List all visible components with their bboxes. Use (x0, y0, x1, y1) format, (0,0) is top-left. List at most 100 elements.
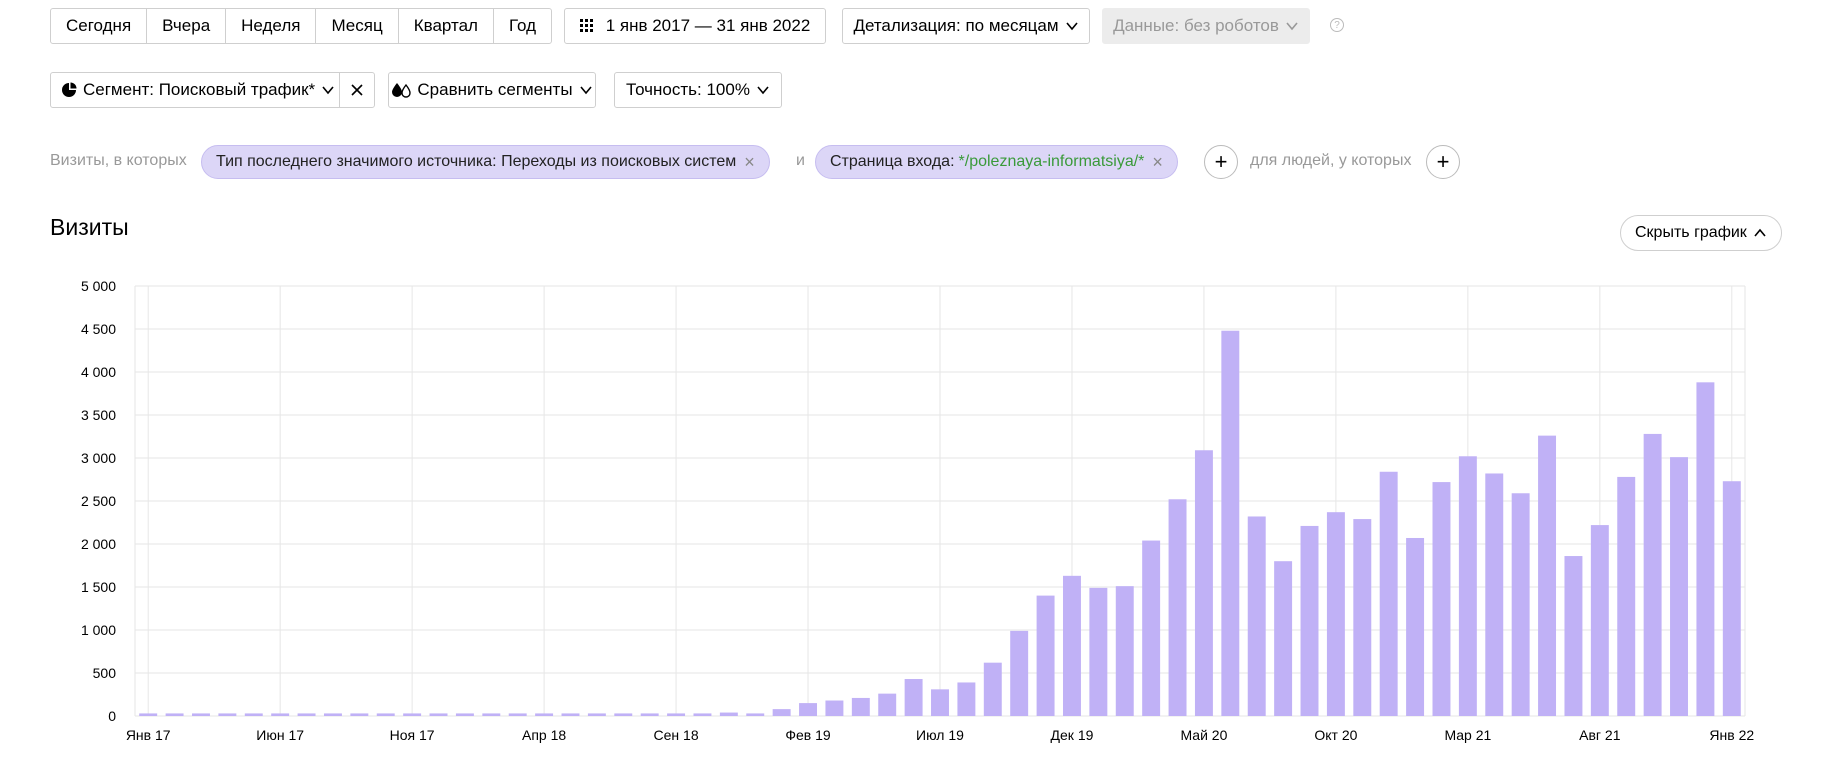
filter-chip-source-label: Тип последнего значимого источника: Пере… (216, 153, 737, 170)
bar (1432, 482, 1451, 716)
bar (244, 713, 263, 716)
x-tick-label: Июл 19 (916, 727, 964, 743)
filter-chip-entry-page[interactable]: Страница входа: */poleznaya-informatsiya… (815, 145, 1178, 179)
bar (983, 662, 1002, 716)
bar (429, 713, 448, 716)
bar (376, 713, 395, 716)
x-tick-label: Ноя 17 (390, 727, 435, 743)
pie-chart-icon (62, 82, 77, 97)
bar (1696, 382, 1715, 716)
bar (1142, 540, 1161, 716)
bar (746, 713, 765, 716)
bar (667, 713, 686, 716)
y-tick-label: 4 000 (81, 364, 116, 380)
period-today-button[interactable]: Сегодня (50, 8, 148, 44)
bar (139, 713, 158, 716)
x-tick-label: Янв 22 (1709, 727, 1754, 743)
bar (1010, 630, 1029, 716)
remove-filter-icon[interactable]: × (1152, 152, 1163, 173)
bar (1538, 435, 1557, 716)
period-quarter-button[interactable]: Квартал (397, 8, 494, 44)
segment-label: Сегмент: Поисковый трафик* (83, 80, 316, 99)
bar (1221, 330, 1240, 716)
bar (1590, 525, 1609, 716)
bar (1564, 556, 1583, 716)
x-tick-label: Фев 19 (785, 727, 831, 743)
date-range-label: 1 янв 2017 — 31 янв 2022 (605, 16, 811, 35)
bar (931, 689, 949, 716)
bar (1089, 587, 1108, 716)
bar (614, 713, 633, 716)
period-month-button[interactable]: Месяц (315, 8, 399, 44)
x-tick-label: Дек 19 (1051, 727, 1094, 743)
chart-title: Визиты (50, 214, 129, 240)
bar (1670, 457, 1688, 716)
filter-prefix: Визиты, в которых (50, 152, 187, 169)
hide-chart-label: Скрыть график (1635, 224, 1747, 241)
accuracy-dropdown[interactable]: Точность: 100% (614, 72, 782, 108)
bar (1643, 433, 1662, 716)
chevron-up-icon (1754, 228, 1766, 237)
x-tick-label: Апр 18 (522, 727, 566, 743)
bar (165, 713, 184, 716)
bar (1300, 525, 1319, 716)
y-tick-label: 0 (108, 708, 116, 724)
bar (350, 713, 369, 716)
bar (1326, 512, 1345, 716)
help-icon[interactable]: ? (1330, 18, 1344, 32)
chevron-down-icon (1286, 22, 1298, 31)
y-tick-label: 2 000 (81, 536, 116, 552)
remove-filter-icon[interactable]: × (744, 152, 755, 173)
bar (1062, 575, 1081, 716)
chevron-down-icon (579, 86, 592, 95)
bar (878, 693, 897, 716)
period-week-button[interactable]: Неделя (225, 8, 317, 44)
clear-segment-button[interactable] (339, 72, 375, 108)
bar (1115, 586, 1134, 716)
bar (1353, 519, 1372, 716)
x-tick-label: Июн 17 (256, 727, 304, 743)
data-filter-dropdown[interactable]: Данные: без роботов (1102, 8, 1310, 44)
add-filter-button[interactable]: + (1204, 145, 1238, 179)
accuracy-label: Точность: 100% (626, 80, 750, 99)
period-year-button[interactable]: Год (492, 8, 553, 44)
y-tick-label: 500 (93, 665, 117, 681)
segment-dropdown[interactable]: Сегмент: Поисковый трафик* (50, 72, 340, 108)
filter-and: и (796, 152, 805, 169)
calendar-icon (579, 19, 593, 32)
bar (1511, 493, 1530, 716)
detail-dropdown[interactable]: Детализация: по месяцам (842, 8, 1090, 44)
filter-chip-entry-value: */poleznaya-informatsiya/* (958, 153, 1145, 170)
x-tick-label: Май 20 (1180, 727, 1227, 743)
bar (1406, 537, 1425, 716)
chevron-down-icon (1065, 22, 1078, 31)
x-tick-label: Окт 20 (1314, 727, 1357, 743)
x-tick-label: Мар 21 (1444, 727, 1491, 743)
period-yesterday-button[interactable]: Вчера (146, 8, 227, 44)
bar (192, 713, 210, 716)
bar (1194, 450, 1213, 716)
people-filter-label: для людей, у которых (1250, 152, 1412, 169)
bar (772, 709, 791, 716)
filter-chip-source[interactable]: Тип последнего значимого источника: Пере… (201, 145, 770, 179)
date-range-button[interactable]: 1 янв 2017 — 31 янв 2022 (564, 8, 826, 44)
bar (271, 713, 290, 716)
bar (1168, 499, 1187, 716)
y-tick-label: 3 500 (81, 407, 116, 423)
bar (851, 697, 870, 716)
bar (535, 713, 554, 716)
compare-segments-dropdown[interactable]: Сравнить сегменты (388, 72, 596, 108)
chevron-down-icon (322, 86, 334, 95)
bar (1722, 481, 1741, 716)
bar (482, 713, 501, 716)
x-tick-label: Сен 18 (654, 727, 699, 743)
bar (561, 713, 580, 716)
bar (904, 679, 923, 716)
bar (957, 682, 976, 716)
bar (640, 713, 659, 716)
y-tick-label: 1 000 (81, 622, 116, 638)
visits-bar-chart: 0 500 1 000 1 500 2 000 2 500 3 000 3 500 4 000 4… (81, 278, 1754, 743)
hide-chart-button[interactable]: Скрыть график (1620, 215, 1782, 251)
compare-label: Сравнить сегменты (417, 80, 573, 99)
add-people-filter-button[interactable]: + (1426, 145, 1460, 179)
